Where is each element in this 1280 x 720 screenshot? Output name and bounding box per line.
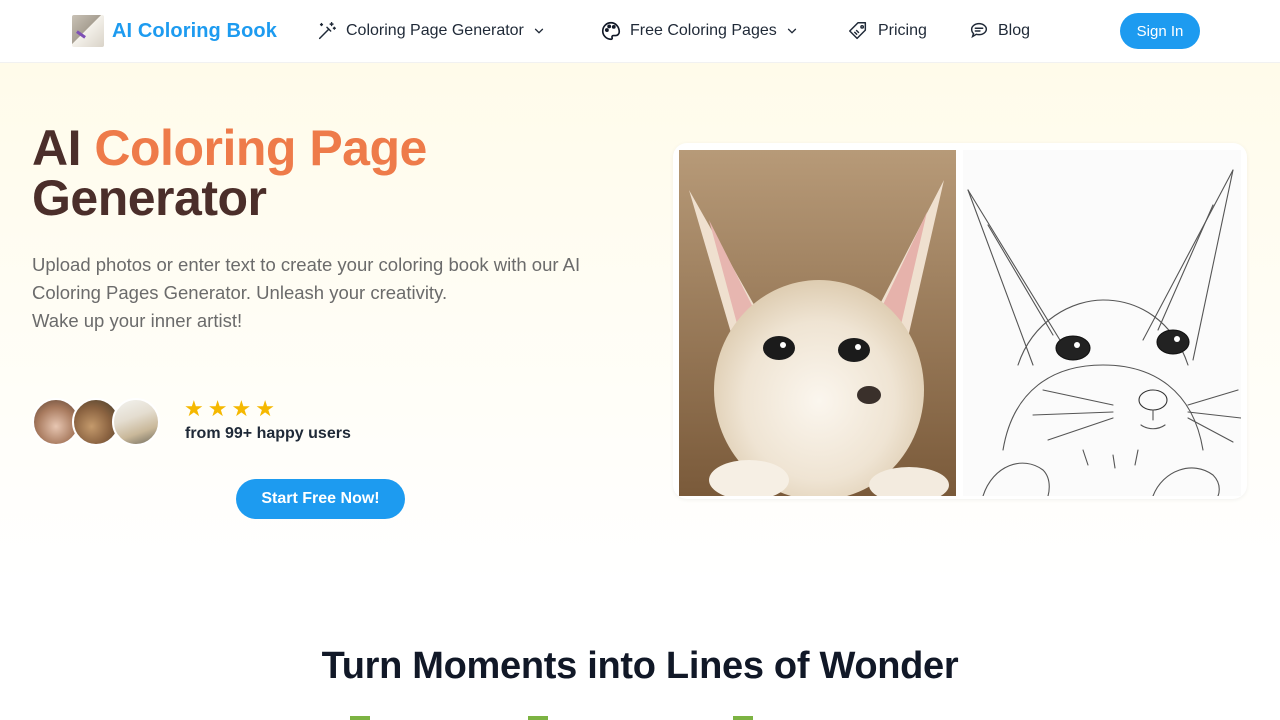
hero-description-line1: Upload photos or enter text to create yo… — [32, 254, 581, 303]
hero-description-line2: Wake up your inner artist! — [32, 310, 243, 331]
price-tag-icon — [849, 22, 867, 40]
palette-icon — [602, 21, 621, 41]
brand-name: AI Coloring Book — [112, 19, 277, 42]
top-navbar: AI Coloring Book Coloring Page Generator… — [0, 0, 1280, 63]
chevron-down-icon — [534, 28, 544, 34]
nav-label: Blog — [998, 22, 1031, 39]
avatar — [112, 398, 160, 446]
rating-label: from 99+ happy users — [185, 425, 351, 442]
star-icon: ★ — [184, 396, 204, 421]
fox-photo — [679, 150, 956, 496]
nav-coloring-page-generator[interactable]: Coloring Page Generator — [316, 18, 546, 44]
rating-stars: ★ ★ ★ ★ — [184, 398, 275, 420]
example-image — [673, 143, 1247, 499]
nav-blog[interactable]: Blog — [968, 18, 1030, 44]
hero-title-accent: Coloring Page — [94, 120, 427, 176]
hero-title-suffix: Generator — [32, 170, 267, 226]
section-title: Turn Moments into Lines of Wonder — [321, 645, 959, 687]
star-icon: ★ — [207, 396, 228, 421]
feature-icon — [350, 716, 370, 720]
star-icon: ★ — [255, 396, 275, 421]
nav-label: Coloring Page Generator — [346, 22, 524, 39]
fox-line-art — [963, 150, 1241, 496]
hero-description: Upload photos or enter text to create yo… — [32, 251, 632, 335]
feature-icon — [528, 716, 548, 720]
nav-free-coloring-pages[interactable]: Free Coloring Pages — [600, 18, 799, 44]
magic-wand-icon — [318, 22, 336, 40]
star-icon: ★ — [231, 396, 252, 421]
nav-pricing[interactable]: Pricing — [846, 18, 927, 44]
feature-icon — [733, 716, 753, 720]
brand-logo — [72, 15, 104, 47]
nav-label: Free Coloring Pages — [630, 22, 777, 39]
brand-link[interactable]: AI Coloring Book — [72, 15, 277, 47]
start-free-button[interactable]: Start Free Now! — [236, 479, 405, 519]
nav-label: Pricing — [878, 22, 927, 39]
chat-bubble-icon — [970, 22, 988, 39]
user-avatars — [32, 398, 160, 446]
hero-title-prefix: AI — [32, 120, 95, 176]
sign-in-button[interactable]: Sign In — [1120, 13, 1200, 49]
chevron-down-icon — [787, 28, 796, 34]
hero-title: AI Coloring Page Generator — [32, 123, 427, 223]
